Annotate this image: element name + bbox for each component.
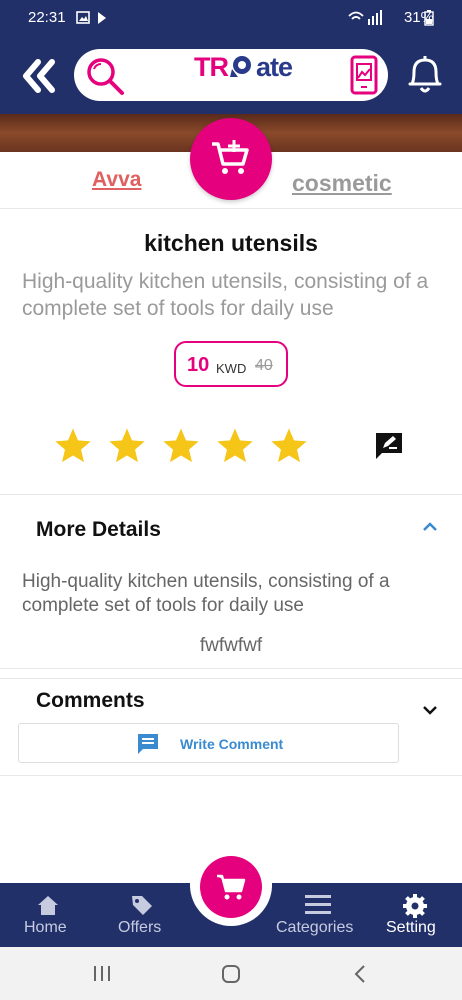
nav-home-label: Home bbox=[24, 919, 67, 936]
divider bbox=[0, 494, 462, 495]
product-description: High-quality kitchen utensils, consistin… bbox=[22, 270, 429, 320]
nav-categories-label: Categories bbox=[276, 919, 354, 936]
more-details-text: High-quality kitchen utensils, consistin… bbox=[22, 571, 390, 616]
app-header: TR ate bbox=[0, 36, 462, 114]
chevron-up-icon[interactable] bbox=[420, 519, 440, 535]
logo-text-left: TR bbox=[194, 52, 229, 82]
star-icon[interactable] bbox=[161, 426, 201, 466]
category-link[interactable]: cosmetic bbox=[292, 170, 392, 197]
divider bbox=[0, 668, 462, 669]
app-logo: TR ate bbox=[194, 52, 293, 83]
price-badge: 10 KWD 40 bbox=[174, 341, 288, 387]
more-details-title: More Details bbox=[36, 518, 161, 541]
price-currency: KWD bbox=[216, 361, 247, 376]
write-comment-label: Write Comment bbox=[180, 736, 284, 752]
battery-icon bbox=[424, 10, 434, 26]
star-icon[interactable] bbox=[269, 426, 309, 466]
nav-offers[interactable]: Offers bbox=[112, 883, 172, 947]
mobile-device-icon[interactable] bbox=[350, 55, 378, 95]
star-icon[interactable] bbox=[53, 426, 93, 466]
star-icon[interactable] bbox=[107, 426, 147, 466]
divider bbox=[0, 208, 462, 209]
search-icon[interactable] bbox=[84, 55, 126, 97]
comments-title: Comments bbox=[36, 689, 145, 712]
status-time: 22:31 bbox=[28, 9, 66, 26]
status-bar: 22:31 31% bbox=[0, 0, 462, 36]
nav-categories[interactable]: Categories bbox=[272, 883, 364, 947]
old-price: 40 bbox=[255, 357, 273, 374]
notification-icons bbox=[76, 11, 106, 24]
signal-icon bbox=[348, 10, 382, 25]
divider bbox=[0, 775, 462, 776]
logo-text-right: ate bbox=[256, 52, 293, 82]
tag-icon bbox=[132, 896, 152, 915]
nav-setting-label: Setting bbox=[386, 919, 436, 936]
home-icon bbox=[38, 896, 58, 915]
store-link[interactable]: Avva bbox=[92, 168, 141, 192]
more-details-extra: fwfwfwf bbox=[199, 635, 263, 656]
back-icon[interactable] bbox=[18, 56, 58, 96]
add-cart-icon bbox=[212, 140, 249, 174]
cart-button[interactable] bbox=[200, 856, 262, 918]
write-comment-button[interactable]: Write Comment bbox=[18, 723, 399, 763]
nav-setting[interactable]: Setting bbox=[384, 883, 446, 947]
divider bbox=[0, 678, 462, 679]
cart-icon bbox=[217, 874, 246, 900]
comment-icon bbox=[138, 734, 158, 754]
nav-home[interactable]: Home bbox=[20, 883, 76, 947]
add-to-cart-button[interactable] bbox=[190, 118, 272, 200]
logo-mark-icon bbox=[230, 56, 251, 77]
recent-apps-icon[interactable] bbox=[92, 965, 112, 983]
chevron-down-icon[interactable] bbox=[420, 702, 440, 718]
home-button-icon[interactable] bbox=[221, 964, 241, 984]
price-value: 10 bbox=[187, 354, 210, 376]
menu-icon bbox=[305, 895, 331, 914]
back-button-icon[interactable] bbox=[352, 964, 368, 984]
product-title: kitchen utensils bbox=[144, 230, 318, 256]
gear-icon bbox=[403, 894, 427, 918]
system-navigation-bar bbox=[0, 947, 462, 1000]
star-icon[interactable] bbox=[215, 426, 255, 466]
rate-review-icon[interactable] bbox=[373, 431, 405, 461]
bell-icon[interactable] bbox=[402, 52, 448, 98]
nav-offers-label: Offers bbox=[118, 919, 162, 936]
